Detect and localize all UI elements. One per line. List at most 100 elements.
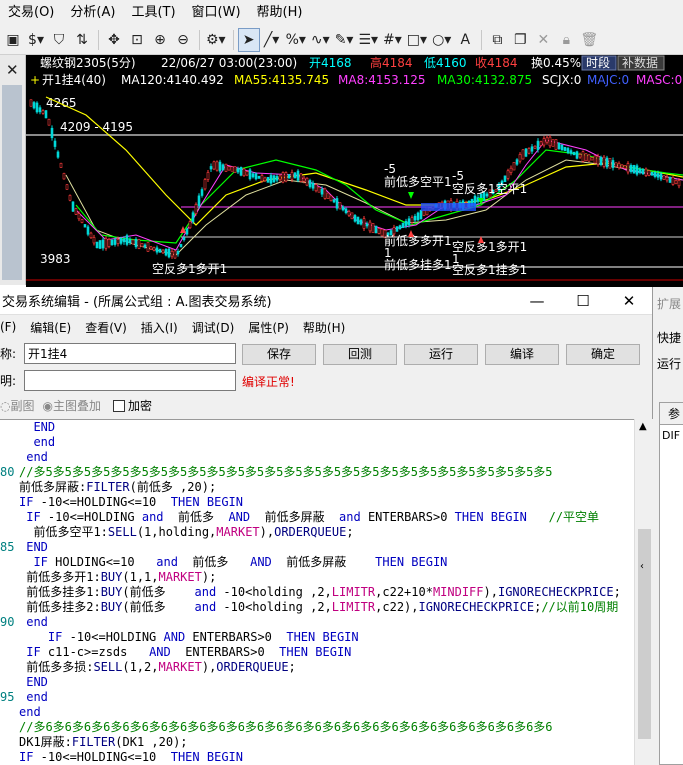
- zoom-fit-icon[interactable]: ⊡: [126, 28, 148, 52]
- backtest-button[interactable]: 回测: [323, 344, 397, 365]
- bracket-icon[interactable]: ☰▾: [356, 28, 380, 52]
- percent-icon[interactable]: %▾: [284, 28, 308, 52]
- zoom-out-icon[interactable]: ⊖: [172, 28, 194, 52]
- gear-icon[interactable]: ⚙▾: [204, 28, 228, 52]
- code-line[interactable]: IF -10<=HOLDING<=10 THEN BEGIN: [19, 750, 243, 765]
- text-icon[interactable]: A: [454, 28, 476, 52]
- plus-icon[interactable]: +: [30, 73, 40, 87]
- candle-body: [266, 176, 270, 183]
- candle-body: [68, 195, 72, 201]
- menu-window[interactable]: 窗口(W): [184, 0, 249, 26]
- compile-button[interactable]: 编译: [485, 344, 559, 365]
- code-editor[interactable]: 80 85 90 95 END end end//多5多5多5多5多5多5多5多…: [0, 419, 634, 765]
- dollar-icon[interactable]: $▾: [25, 28, 47, 52]
- code-line[interactable]: IF -10<=HOLDING and 前低多 AND 前低多屏蔽 and EN…: [19, 510, 599, 525]
- save-button[interactable]: 保存: [242, 344, 316, 365]
- expand-label[interactable]: 扩展: [657, 295, 681, 312]
- code-line[interactable]: 前低多挂多2:BUY(前低多 and -10<holding ,2,LIMITR…: [19, 600, 618, 615]
- code-line[interactable]: 前低多多开1:BUY(1,1,MARKET);: [19, 570, 216, 585]
- code-line[interactable]: 前低多屏蔽:FILTER(前低多 ,20);: [19, 480, 216, 495]
- encrypt-checkbox[interactable]: [113, 399, 125, 412]
- candle-body: [179, 244, 183, 248]
- filter-icon[interactable]: ⛉: [48, 28, 70, 52]
- collapse-icon[interactable]: ‹: [640, 561, 644, 572]
- lock-icon[interactable]: 🔒︎: [555, 28, 577, 52]
- editor-menu-view[interactable]: 查看(V): [85, 319, 135, 336]
- code-line[interactable]: IF -10<=HOLDING<=10 THEN BEGIN: [19, 495, 243, 510]
- code-line[interactable]: end: [19, 690, 48, 705]
- code-line[interactable]: end: [19, 435, 55, 450]
- line-number: 95: [0, 690, 15, 704]
- editor-menu-property[interactable]: 属性(P): [248, 319, 297, 336]
- code-line[interactable]: //多5多5多5多5多5多5多5多5多5多5多5多5多5多5多5多5多5多5多5…: [19, 465, 553, 480]
- radio-main-icon[interactable]: ◉: [43, 399, 53, 413]
- new-window-icon[interactable]: ▣: [2, 28, 24, 52]
- minimize-icon[interactable]: —: [514, 287, 560, 315]
- zoom-in-icon[interactable]: ⊕: [149, 28, 171, 52]
- menu-tools[interactable]: 工具(T): [123, 0, 183, 26]
- code-line[interactable]: end: [19, 615, 48, 630]
- editor-menu-edit[interactable]: 编辑(E): [30, 319, 79, 336]
- candle-body: [407, 218, 411, 226]
- candle-body: [353, 215, 357, 222]
- code-vertical-scrollbar[interactable]: ▲ ‹: [634, 419, 653, 765]
- desc-input[interactable]: [24, 370, 237, 391]
- name-input[interactable]: [24, 343, 237, 364]
- candle-body: [509, 167, 513, 173]
- candle-body: [365, 223, 369, 227]
- candle-body: [314, 184, 318, 192]
- editor-menu-file[interactable]: (F): [0, 320, 24, 334]
- circle-icon[interactable]: ○▾: [430, 28, 453, 52]
- candle-body: [218, 161, 222, 172]
- editor-menu-debug[interactable]: 调试(D): [192, 319, 243, 336]
- code-line[interactable]: end: [19, 705, 41, 720]
- signal-label: 空反多1多开1: [152, 262, 227, 276]
- code-line[interactable]: IF HOLDING<=10 and 前低多 AND 前低多屏蔽 THEN BE…: [19, 555, 447, 570]
- candle-body: [671, 177, 675, 185]
- scroll-up-icon[interactable]: ▲: [639, 421, 647, 432]
- grid-icon[interactable]: #▾: [381, 28, 404, 52]
- param-row[interactable]: DIF: [662, 429, 680, 442]
- code-line[interactable]: IF -10<=HOLDING AND ENTERBARS>0 THEN BEG…: [19, 630, 359, 645]
- pointer-icon[interactable]: ➤: [237, 28, 260, 52]
- close-icon[interactable]: ✕: [606, 287, 652, 315]
- delete-icon[interactable]: ✕: [532, 28, 554, 52]
- editor-menu-help[interactable]: 帮助(H): [303, 319, 353, 336]
- code-line[interactable]: DK1屏蔽:FILTER(DK1 ,20);: [19, 735, 188, 750]
- editor-titlebar[interactable]: 交易系统编辑 - (所属公式组 : A.图表交易系统) — ☐ ✕: [0, 287, 652, 315]
- move-icon[interactable]: ✥: [103, 28, 125, 52]
- window-icon[interactable]: ⧉: [486, 28, 508, 52]
- ok-button[interactable]: 确定: [566, 344, 640, 365]
- code-line[interactable]: end: [19, 450, 48, 465]
- code-line[interactable]: 前低多多损:SELL(1,2,MARKET),ORDERQUEUE;: [19, 660, 296, 675]
- signal-label: 前低多多开1: [384, 233, 452, 248]
- param-table: 参 DIF: [659, 402, 683, 765]
- maximize-icon[interactable]: ☐: [560, 287, 606, 315]
- chart-close: 收4184: [475, 56, 518, 70]
- rect-icon[interactable]: □▾: [405, 28, 429, 52]
- code-line[interactable]: 前低多空平1:SELL(1,holding,MARKET),ORDERQUEUE…: [19, 525, 353, 540]
- code-line[interactable]: END: [19, 540, 48, 555]
- kline-chart[interactable]: 螺纹钢2305(5分) 22/06/27 03:00(23:00) 开4168 …: [26, 55, 683, 287]
- code-line[interactable]: 前低多挂多1:BUY(前低多 and -10<holding ,2,LIMITR…: [19, 585, 621, 600]
- chart-swap-icon[interactable]: ⇅: [71, 28, 93, 52]
- code-line[interactable]: END: [19, 675, 48, 690]
- menu-trade[interactable]: 交易(O): [0, 0, 62, 26]
- pen-icon[interactable]: ✎▾: [333, 28, 356, 52]
- trash-icon[interactable]: 🗑︎: [578, 28, 600, 52]
- radio-sub-icon[interactable]: ◌: [0, 399, 10, 413]
- menu-analysis[interactable]: 分析(A): [62, 0, 123, 26]
- wave-icon[interactable]: ∿▾: [309, 28, 332, 52]
- candle-body: [272, 175, 276, 183]
- run-button[interactable]: 运行: [404, 344, 478, 365]
- candle-body: [74, 208, 78, 215]
- code-line[interactable]: //多6多6多6多6多6多6多6多6多6多6多6多6多6多6多6多6多6多6多6…: [19, 720, 553, 735]
- copy-icon[interactable]: ❐: [509, 28, 531, 52]
- menu-help[interactable]: 帮助(H): [249, 0, 311, 26]
- close-icon[interactable]: ✕: [6, 61, 19, 79]
- signal-label: 前低多空平1: [384, 174, 452, 189]
- editor-menu-insert[interactable]: 插入(I): [141, 319, 186, 336]
- line-icon[interactable]: ╱▾: [261, 28, 283, 52]
- code-line[interactable]: END: [19, 420, 55, 435]
- code-line[interactable]: IF c11-c>=zsds AND ENTERBARS>0 THEN BEGI…: [19, 645, 351, 660]
